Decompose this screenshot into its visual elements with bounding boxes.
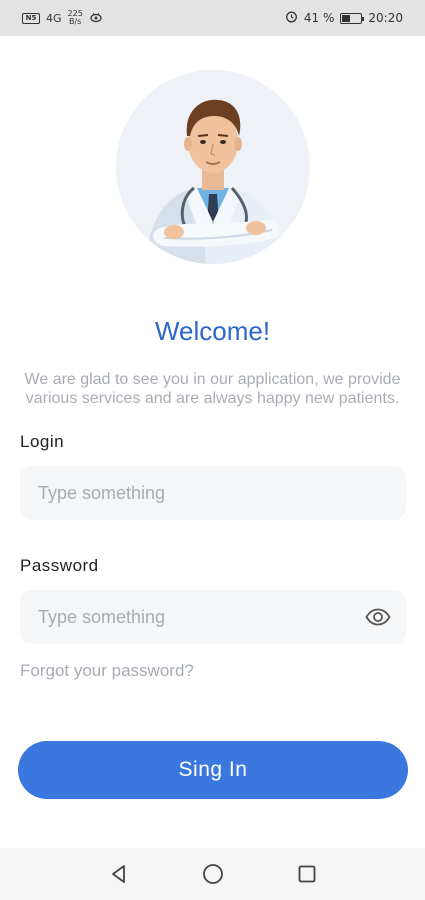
network-speed-unit: B/s	[68, 17, 82, 26]
password-input[interactable]	[20, 590, 406, 644]
login-input[interactable]	[20, 466, 406, 520]
status-right: 41 % 20:20	[285, 10, 403, 26]
navigation-bar	[0, 848, 425, 900]
show-password-eye-icon[interactable]	[364, 603, 392, 631]
welcome-subtitle: We are glad to see you in our applicatio…	[24, 371, 401, 407]
doctor-avatar	[116, 70, 310, 264]
alarm-icon	[285, 10, 298, 26]
status-bar: N5 4G 225 B/s 41 % 20:20	[0, 0, 425, 36]
welcome-title: Welcome!	[154, 316, 271, 346]
home-nav-icon[interactable]	[201, 862, 225, 886]
battery-percent: 41 %	[303, 11, 335, 25]
sign-in-button[interactable]: Sing In	[18, 741, 408, 799]
battery-icon	[340, 12, 365, 24]
network-speed: 225 B/s	[68, 10, 83, 26]
clock: 20:20	[368, 11, 403, 25]
sim-icon: N5	[22, 12, 40, 24]
eye-comfort-icon	[89, 11, 103, 26]
recents-nav-icon[interactable]	[295, 862, 319, 886]
login-label: Login	[20, 432, 65, 451]
signal-icon: 4G	[46, 11, 62, 25]
forgot-password-link[interactable]: Forgot your password?	[20, 661, 194, 681]
password-label: Password	[20, 556, 99, 575]
back-nav-icon[interactable]	[107, 862, 131, 886]
doctor-illustration	[116, 70, 310, 264]
status-left: N5 4G 225 B/s	[22, 10, 103, 26]
